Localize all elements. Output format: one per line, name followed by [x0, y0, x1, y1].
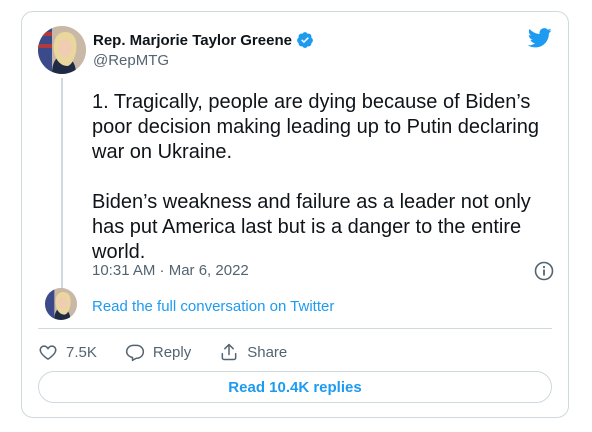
reply-icon	[125, 344, 144, 362]
verified-badge-icon	[296, 31, 314, 49]
author-name[interactable]: Rep. Marjorie Taylor Greene	[93, 32, 292, 49]
thread-avatar[interactable]	[45, 288, 77, 320]
tweet-text: 1. Tragically, people are dying because …	[92, 91, 539, 263]
reply-button[interactable]: Reply	[125, 342, 191, 362]
share-icon	[221, 343, 237, 361]
share-label: Share	[247, 343, 288, 361]
twitter-bird-icon[interactable]	[527, 28, 552, 48]
author-handle[interactable]: @RepMTG	[93, 52, 169, 69]
divider	[38, 328, 552, 329]
thread-line	[61, 78, 63, 288]
read-replies-label: Read 10.4K replies	[228, 378, 362, 396]
reply-label: Reply	[152, 343, 192, 361]
read-replies-button[interactable]: Read 10.4K replies	[38, 371, 552, 403]
author-avatar[interactable]	[38, 26, 86, 74]
info-icon[interactable]	[533, 260, 555, 282]
tweet-timestamp[interactable]: 10:31 AM · Mar 6, 2022	[92, 262, 249, 279]
share-button[interactable]: Share	[219, 342, 287, 362]
like-count: 7.5K	[66, 343, 97, 361]
action-bar: 7.5K Reply Share	[38, 342, 287, 362]
author-name-row[interactable]: Rep. Marjorie Taylor Greene	[93, 31, 314, 49]
heart-icon	[39, 345, 57, 360]
read-full-conversation-link[interactable]: Read the full conversation on Twitter	[92, 298, 334, 315]
tweet-embed-card: Rep. Marjorie Taylor Greene @RepMTG 1. T…	[21, 11, 569, 418]
like-button[interactable]: 7.5K	[38, 342, 97, 362]
